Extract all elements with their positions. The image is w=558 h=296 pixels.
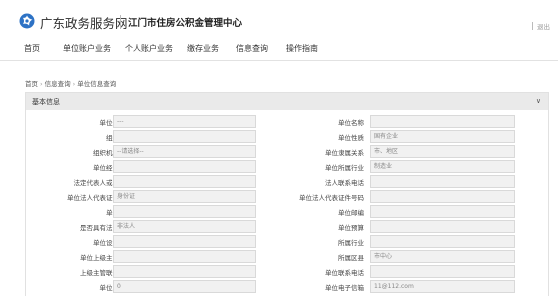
field-input[interactable]: [113, 175, 256, 188]
nav-divider: [0, 60, 558, 61]
field-input[interactable]: 0: [113, 280, 256, 293]
field-input[interactable]: 11@112.com: [370, 280, 515, 293]
form-row: 上级主管联系电话 单位联系电话: [26, 265, 548, 278]
breadcrumb-separator: ›: [72, 80, 76, 88]
exit-label[interactable]: 退出: [537, 23, 550, 31]
field-input[interactable]: [113, 265, 256, 278]
form-row: 组织机构 单位性质 国有企业: [26, 130, 548, 143]
field-input[interactable]: [370, 220, 515, 233]
field-label: 单位电子信箱: [325, 284, 364, 292]
field-label: 所属区县: [338, 254, 364, 262]
field-input[interactable]: [370, 190, 515, 203]
field-select[interactable]: --请选择--: [113, 145, 256, 158]
nav-item-deposit[interactable]: 缴存业务: [187, 43, 219, 54]
field-input[interactable]: 国有企业: [370, 130, 515, 143]
field-input[interactable]: 市、地区: [370, 145, 515, 158]
field-label: 单位名称: [338, 119, 364, 127]
field-input[interactable]: [370, 115, 515, 128]
collapse-chevron-icon[interactable]: ∨: [536, 97, 541, 105]
exit-divider: [532, 22, 533, 30]
form-row: 法定代表人或负责人 法人联系电话: [26, 175, 548, 188]
form-row: 单位法人代表证件类型 身份证 单位法人代表证件号码: [26, 190, 548, 203]
nav-item-guide[interactable]: 操作指南: [286, 43, 318, 54]
field-input[interactable]: [370, 175, 515, 188]
field-input[interactable]: [370, 235, 515, 248]
nav-item-unit-account[interactable]: 单位账户业务: [63, 43, 111, 54]
field-input[interactable]: [370, 205, 515, 218]
basic-info-panel: 基本信息 ∨ 单位登记号 --- 单位名称 组织机构 单位性质 国有企业 组织机…: [25, 92, 549, 296]
field-label: 单位法人代表证件号码: [299, 194, 364, 202]
field-label: 单位隶属关系: [325, 149, 364, 157]
form-row: 单位经济类型 单位所属行业 制造业: [26, 160, 548, 173]
panel-title: 基本信息: [32, 98, 60, 106]
breadcrumb: 首页 › 信息查询 › 单位信息查询: [25, 78, 116, 88]
nav-item-personal-account[interactable]: 个人账户业务: [125, 43, 173, 54]
header-divider: [120, 15, 121, 29]
main-nav: 首页 单位账户业务 个人账户业务 缴存业务 信息查询 操作指南: [0, 40, 558, 57]
field-input[interactable]: 非法人: [113, 220, 256, 233]
breadcrumb-home[interactable]: 首页: [25, 80, 38, 88]
field-label: 单位性质: [338, 134, 364, 142]
exit-link[interactable]: 退出: [532, 21, 550, 31]
field-label: 单位邮编: [338, 209, 364, 217]
form-row: 单位发薪日 0 单位电子信箱 11@112.com: [26, 280, 548, 293]
field-input[interactable]: [370, 265, 515, 278]
panel-header[interactable]: 基本信息 ∨: [26, 93, 548, 110]
field-label: 所属行业: [338, 239, 364, 247]
form-row: 单位登记号 --- 单位名称: [26, 115, 548, 128]
form-row: 组织机构类型 --请选择-- 单位隶属关系 市、地区: [26, 145, 548, 158]
form-row: 单位上级主管部门 所属区县 市中心: [26, 250, 548, 263]
site-brand[interactable]: 广东政务服务网: [40, 13, 128, 32]
field-input[interactable]: 市中心: [370, 250, 515, 263]
field-input[interactable]: [113, 130, 256, 143]
nav-item-info-query[interactable]: 信息查询: [236, 43, 268, 54]
field-label: 法人联系电话: [325, 179, 364, 187]
field-input[interactable]: [113, 235, 256, 248]
field-input[interactable]: 制造业: [370, 160, 515, 173]
field-input[interactable]: [113, 160, 256, 173]
field-label: 单位预算: [338, 224, 364, 232]
field-label: 单位所属行业: [325, 164, 364, 172]
breadcrumb-separator: ›: [40, 80, 43, 88]
form-row: 单位地址 单位邮编: [26, 205, 548, 218]
field-input[interactable]: [113, 250, 256, 263]
form-row: 是否具有法人资格 非法人 单位预算: [26, 220, 548, 233]
top-header: 广东政务服务网 江门市住房公积金管理中心 退出: [0, 0, 558, 40]
guangdong-gov-logo-icon: [19, 13, 35, 29]
center-name: 江门市住房公积金管理中心: [128, 18, 243, 29]
nav-item-home[interactable]: 首页: [24, 43, 40, 54]
breadcrumb-info-query[interactable]: 信息查询: [45, 80, 71, 88]
field-input[interactable]: ---: [113, 115, 256, 128]
form-row: 单位设立日期 所属行业: [26, 235, 548, 248]
field-input[interactable]: 身份证: [113, 190, 256, 203]
field-input[interactable]: [113, 205, 256, 218]
breadcrumb-current: 单位信息查询: [77, 80, 117, 88]
field-label: 单位联系电话: [325, 269, 364, 277]
